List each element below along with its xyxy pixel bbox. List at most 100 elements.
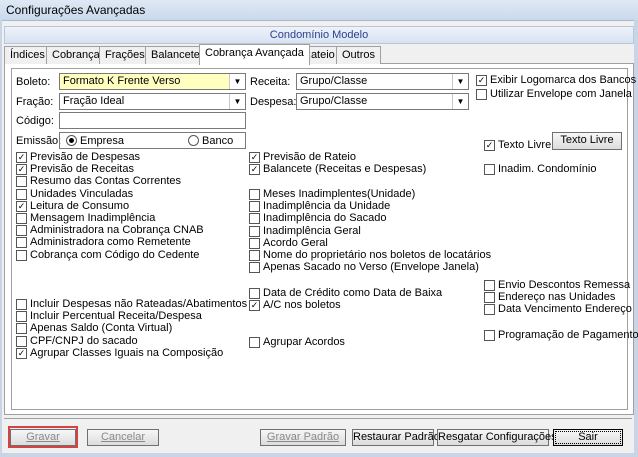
acordo-geral-checkbox[interactable]: [249, 237, 260, 249]
chevron-down-icon[interactable]: ▼: [452, 74, 468, 89]
administradora-na-cobranca-cnab-checkbox[interactable]: [16, 225, 27, 237]
emissao-banco-radio[interactable]: [188, 135, 199, 146]
previsao-de-despesas-checkbox[interactable]: ✓: [16, 152, 27, 163]
unidades-vinculadas-checkbox[interactable]: [16, 188, 27, 200]
apenas-saldo-conta-virtual-label: Apenas Saldo (Conta Virtual): [30, 322, 173, 335]
tab-outros[interactable]: Outros: [336, 46, 382, 64]
chevron-down-icon[interactable]: ▼: [229, 94, 245, 109]
data-vencimento-endereco-label: Data Vencimento Endereço: [498, 303, 632, 316]
window-titlebar: Configurações Avançadas: [0, 0, 638, 21]
incluir-despesas-nao-rateadas-abatimentos-checkbox[interactable]: [16, 299, 27, 310]
fracao-value: Fração Ideal: [63, 95, 125, 107]
inadimplencia-do-sacado-checkbox[interactable]: [249, 213, 260, 225]
endereco-nas-unidades-label: Endereço nas Unidades: [498, 291, 616, 304]
apenas-sacado-no-verso-envelope-janela-label: Apenas Sacado no Verso (Envelope Janela): [263, 261, 479, 274]
mensagem-inadimplencia-checkbox[interactable]: [16, 213, 27, 224]
texto-livre-button[interactable]: Texto Livre: [552, 132, 622, 150]
cpf-cnpj-do-sacado-label: CPF/CNPJ do sacado: [30, 334, 138, 347]
envio-descontos-remessa-label: Envio Descontos Remessa: [498, 279, 631, 291]
exibir-logomarca-label: Exibir Logomarca dos Bancos: [490, 74, 637, 86]
resgatar-configuracoes-button[interactable]: Resgatar Configurações: [437, 429, 557, 446]
restaurar-padrao-button[interactable]: Restaurar Padrão: [352, 429, 440, 446]
chevron-down-icon[interactable]: ▼: [452, 94, 468, 109]
tab-cobranca-avancada[interactable]: Cobrança Avançada: [199, 44, 310, 65]
previsao-de-despesas-label: Previsão de Despesas: [30, 151, 141, 163]
a-c-nos-boletos-label: A/C nos boletos: [263, 299, 341, 312]
endereco-nas-unidades-checkbox[interactable]: [484, 292, 495, 304]
texto-livre-label: Texto Livre: [498, 139, 552, 151]
agrupar-classes-iguais-na-composicao-checkbox[interactable]: ✓: [16, 347, 27, 359]
nome-do-proprietario-nos-boletos-de-locatarios-checkbox[interactable]: [249, 250, 260, 261]
mensagem-inadimplencia-label: Mensagem Inadimplência: [30, 212, 156, 224]
unidades-vinculadas-label: Unidades Vinculadas: [30, 187, 134, 200]
window-title: Configurações Avançadas: [6, 3, 146, 17]
cobranca-com-codigo-do-cedente-checkbox[interactable]: [16, 249, 27, 261]
agrupar-acordos-checkbox[interactable]: [249, 337, 260, 348]
previsao-de-receitas-checkbox[interactable]: ✓: [16, 164, 27, 176]
boleto-value: Formato K Frente Verso: [63, 75, 181, 87]
emissao-empresa-label[interactable]: Empresa: [80, 135, 124, 147]
codigo-label: Código:: [16, 115, 54, 127]
inadimplencia-da-unidade-checkbox[interactable]: [249, 201, 260, 213]
header-band: Condomínio Modelo: [4, 26, 634, 44]
exibir-logomarca-checkbox[interactable]: ✓: [476, 75, 487, 86]
incluir-percentual-receita-despesa-label: Incluir Percentual Receita/Despesa: [30, 310, 202, 323]
fracao-select[interactable]: Fração Ideal ▼: [59, 93, 246, 110]
codigo-input[interactable]: [59, 112, 246, 129]
meses-inadimplentes-unidade-checkbox[interactable]: [249, 189, 260, 200]
utilizar-envelope-checkbox[interactable]: [476, 89, 487, 100]
leitura-de-consumo-checkbox[interactable]: ✓: [16, 200, 27, 212]
acordo-geral-label: Acordo Geral: [263, 236, 328, 249]
a-c-nos-boletos-checkbox[interactable]: ✓: [249, 300, 260, 312]
emissao-empresa-radio[interactable]: [66, 135, 77, 146]
fracao-label: Fração:: [16, 96, 54, 108]
despesa-select[interactable]: Grupo/Classe ▼: [296, 93, 469, 110]
emissao-banco-label[interactable]: Banco: [202, 135, 233, 147]
despesa-value: Grupo/Classe: [300, 95, 368, 107]
inadimplencia-geral-label: Inadimplência Geral: [263, 224, 361, 237]
boleto-select[interactable]: Formato K Frente Verso ▼: [59, 73, 246, 90]
cpf-cnpj-do-sacado-checkbox[interactable]: [16, 335, 27, 347]
incluir-percentual-receita-despesa-checkbox[interactable]: [16, 311, 27, 323]
tab-indices[interactable]: Índices: [4, 46, 51, 64]
programacao-de-pagamento-checkbox[interactable]: [484, 330, 495, 341]
apenas-sacado-no-verso-envelope-janela-checkbox[interactable]: [249, 262, 260, 274]
data-de-credito-como-data-de-baixa-label: Data de Crédito como Data de Baixa: [263, 287, 443, 299]
window-frame-bottom: [0, 453, 638, 457]
cancelar-button[interactable]: Cancelar: [87, 429, 159, 446]
inadim-condominio-checkbox[interactable]: [484, 164, 495, 175]
inadimplencia-do-sacado-label: Inadimplência do Sacado: [263, 212, 387, 225]
envio-descontos-remessa-checkbox[interactable]: [484, 280, 495, 291]
apenas-saldo-conta-virtual-checkbox[interactable]: [16, 323, 27, 335]
window-frame-left: [0, 20, 2, 457]
previsao-de-rateio-checkbox[interactable]: ✓: [249, 152, 260, 163]
tab-fracoes[interactable]: Frações: [99, 46, 151, 64]
nome-do-proprietario-nos-boletos-de-locatarios-label: Nome do proprietário nos boletos de loca…: [263, 249, 492, 261]
data-de-credito-como-data-de-baixa-checkbox[interactable]: [249, 288, 260, 299]
gravar-padrao-button[interactable]: Gravar Padrão: [260, 429, 346, 446]
bottom-separator: [4, 418, 632, 419]
sair-button[interactable]: Sair: [553, 429, 623, 446]
receita-select[interactable]: Grupo/Classe ▼: [296, 73, 469, 90]
emissao-label: Emissão:: [16, 135, 62, 147]
balancete-receitas-e-despesas-label: Balancete (Receitas e Despesas): [263, 163, 427, 176]
tab-balancete[interactable]: Balancete: [145, 46, 206, 64]
data-vencimento-endereco-checkbox[interactable]: [484, 304, 495, 316]
chevron-down-icon[interactable]: ▼: [229, 74, 245, 89]
boleto-label: Boleto:: [16, 76, 51, 88]
administradora-como-remetente-checkbox[interactable]: [16, 237, 27, 249]
texto-livre-checkbox[interactable]: ✓: [484, 140, 495, 151]
agrupar-classes-iguais-na-composicao-label: Agrupar Classes Iguais na Composição: [30, 346, 224, 359]
balancete-receitas-e-despesas-checkbox[interactable]: ✓: [249, 164, 260, 176]
resumo-das-contas-correntes-checkbox[interactable]: [16, 176, 27, 188]
cobranca-com-codigo-do-cedente-label: Cobrança com Código do Cedente: [30, 248, 200, 261]
header-title: Condomínio Modelo: [269, 29, 369, 41]
meses-inadimplentes-unidade-label: Meses Inadimplentes(Unidade): [263, 188, 416, 200]
incluir-despesas-nao-rateadas-abatimentos-label: Incluir Despesas não Rateadas/Abatimento…: [30, 298, 248, 310]
gravar-highlight: [8, 426, 78, 448]
inadim-condominio-label: Inadim. Condomínio: [498, 163, 597, 175]
administradora-na-cobranca-cnab-label: Administradora na Cobrança CNAB: [30, 224, 204, 237]
previsao-de-receitas-label: Previsão de Receitas: [30, 163, 134, 176]
inadimplencia-geral-checkbox[interactable]: [249, 225, 260, 237]
tab-cobranca[interactable]: Cobrança: [46, 46, 106, 64]
